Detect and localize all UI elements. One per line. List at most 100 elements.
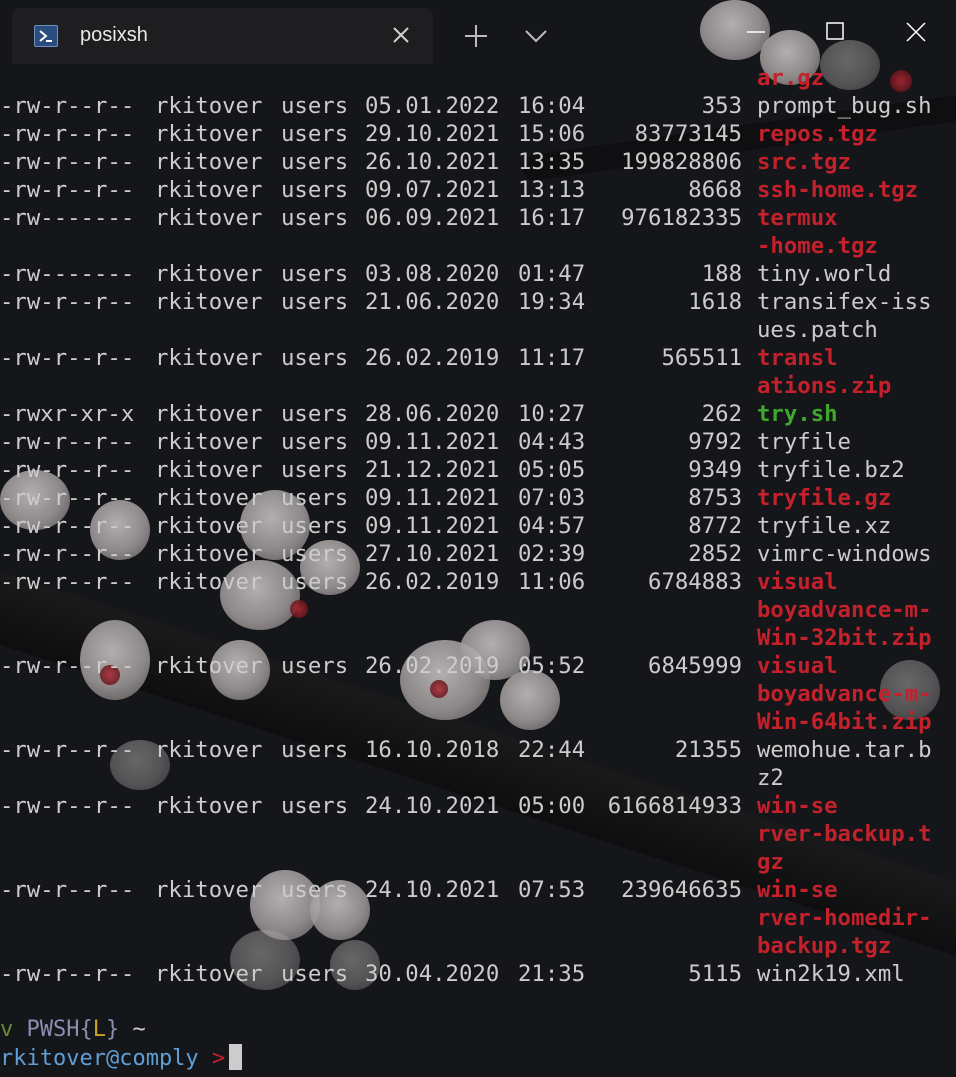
file-group: users [281, 261, 349, 287]
file-group: users [281, 149, 349, 175]
file-name: boyadvance-m- [757, 597, 932, 623]
file-name: gz [757, 849, 784, 875]
file-owner: rkitover [155, 345, 263, 371]
file-date: 26.02.2019 [365, 569, 500, 595]
file-name: tryfile.xz [757, 513, 892, 539]
file-group: users [281, 793, 349, 819]
file-size: 976182335 [621, 205, 742, 231]
file-time: 13:13 [518, 177, 586, 203]
powershell-icon [34, 25, 58, 47]
file-owner: rkitover [155, 457, 263, 483]
file-date: 21.12.2021 [365, 457, 500, 483]
prompt-mode: L [92, 1017, 106, 1042]
file-time: 16:17 [518, 205, 586, 231]
plus-icon[interactable] [462, 22, 490, 50]
file-size: 239646635 [621, 877, 742, 903]
file-group: users [281, 93, 349, 119]
file-group: users [281, 737, 349, 763]
file-time: 07:53 [518, 877, 586, 903]
file-name: -home.tgz [757, 233, 878, 259]
file-size: 9349 [688, 457, 742, 483]
chevron-down-icon[interactable] [522, 26, 550, 46]
file-date: 03.08.2020 [365, 261, 500, 287]
file-owner: rkitover [155, 121, 263, 147]
file-owner: rkitover [155, 961, 263, 987]
file-group: users [281, 961, 349, 987]
file-perm: -rw-r--r-- [0, 149, 135, 175]
terminal-output[interactable]: ar.gz -rw-r--r-- rkitover users 05.01.2022 1… [0, 64, 956, 1077]
tab-posixsh[interactable]: posixsh [12, 8, 433, 64]
file-time: 01:47 [518, 261, 586, 287]
file-time: 07:03 [518, 485, 586, 511]
file-size: 83773145 [634, 121, 742, 147]
file-owner: rkitover [155, 429, 263, 455]
file-time: 16:04 [518, 93, 586, 119]
file-name: termux [757, 205, 838, 231]
file-name: wemohue.tar.b [757, 737, 932, 763]
file-time: 04:43 [518, 429, 586, 455]
file-name: tryfile.bz2 [757, 457, 905, 483]
prompt-cwd: ~ [132, 1017, 146, 1042]
file-date: 27.10.2021 [365, 541, 500, 567]
file-time: 22:44 [518, 737, 586, 763]
file-group: users [281, 345, 349, 371]
close-icon[interactable] [904, 20, 928, 44]
file-date: 16.10.2018 [365, 737, 500, 763]
file-date: 21.06.2020 [365, 289, 500, 315]
file-owner: rkitover [155, 261, 263, 287]
prompt-v: v [0, 1017, 14, 1042]
file-time: 19:34 [518, 289, 586, 315]
file-name: backup.tgz [757, 933, 892, 959]
file-name: src.tgz [757, 149, 851, 175]
file-date: 26.02.2019 [365, 653, 500, 679]
file-size: 188 [701, 261, 742, 287]
file-size: 8668 [688, 177, 742, 203]
file-perm: -rw-r--r-- [0, 93, 135, 119]
file-time: 21:35 [518, 961, 586, 987]
file-perm: -rw------- [0, 205, 135, 231]
file-size: 21355 [674, 737, 742, 763]
file-time: 02:39 [518, 541, 586, 567]
prompt-input-line[interactable]: rkitover@comply > [0, 1044, 243, 1073]
prompt-user-host: rkitover@comply [0, 1046, 199, 1071]
file-size: 353 [701, 93, 742, 119]
file-owner: rkitover [155, 653, 263, 679]
file-size: 565511 [661, 345, 742, 371]
file-name: boyadvance-m- [757, 681, 932, 707]
file-perm: -rw-r--r-- [0, 541, 135, 567]
file-group: users [281, 289, 349, 315]
prompt-arrow: > [211, 1046, 226, 1071]
file-date: 26.02.2019 [365, 345, 500, 371]
file-perm: -rw------- [0, 261, 135, 287]
file-size: 8772 [688, 513, 742, 539]
file-name: win2k19.xml [757, 961, 905, 987]
file-name: tryfile.gz [757, 485, 892, 511]
file-owner: rkitover [155, 401, 263, 427]
file-name: ues.patch [757, 317, 878, 343]
file-group: users [281, 569, 349, 595]
file-date: 24.10.2021 [365, 877, 500, 903]
maximize-icon[interactable] [824, 20, 848, 44]
file-owner: rkitover [155, 513, 263, 539]
file-owner: rkitover [155, 93, 263, 119]
file-time: 04:57 [518, 513, 586, 539]
tab-title: posixsh [80, 24, 148, 46]
file-name: rver-homedir- [757, 905, 932, 931]
file-time: 11:06 [518, 569, 586, 595]
file-perm: -rw-r--r-- [0, 289, 135, 315]
close-tab-icon[interactable] [390, 24, 412, 46]
file-owner: rkitover [155, 737, 263, 763]
file-owner: rkitover [155, 149, 263, 175]
file-time: 05:00 [518, 793, 586, 819]
text-cursor[interactable] [229, 1044, 243, 1070]
file-size: 262 [701, 401, 742, 427]
file-name: win-se [757, 793, 838, 819]
file-name: Win-64bit.zip [757, 709, 932, 735]
file-size: 199828806 [621, 149, 742, 175]
file-size: 6166814933 [607, 793, 742, 819]
file-group: users [281, 485, 349, 511]
file-name: transl [757, 345, 838, 371]
file-perm: -rw-r--r-- [0, 737, 135, 763]
minimize-icon[interactable] [744, 20, 768, 44]
file-date: 24.10.2021 [365, 793, 500, 819]
